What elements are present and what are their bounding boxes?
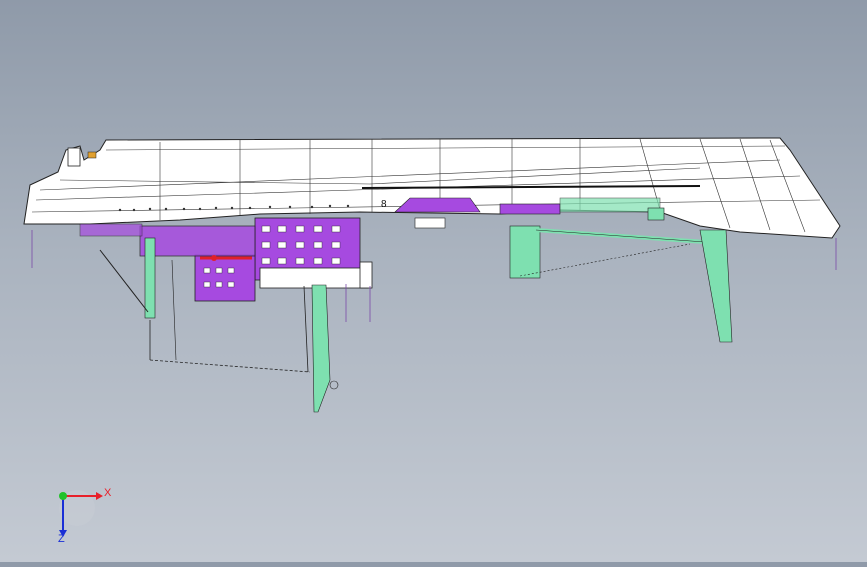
y-axis-dot: [59, 492, 67, 500]
graphics-viewport[interactable]: 8 X Z: [0, 0, 867, 562]
model-canvas[interactable]: 8: [0, 0, 867, 562]
purple-frame-left[interactable]: [79, 217, 373, 302]
x-axis-arrowhead: [96, 492, 103, 500]
triad-z-label: Z: [58, 533, 65, 545]
support-leg-center[interactable]: [303, 284, 339, 413]
coordinate-triad: [59, 490, 103, 537]
part-marker-label: 8: [381, 199, 387, 210]
support-leg-right[interactable]: [509, 225, 733, 343]
triad-x-label: X: [104, 487, 112, 499]
